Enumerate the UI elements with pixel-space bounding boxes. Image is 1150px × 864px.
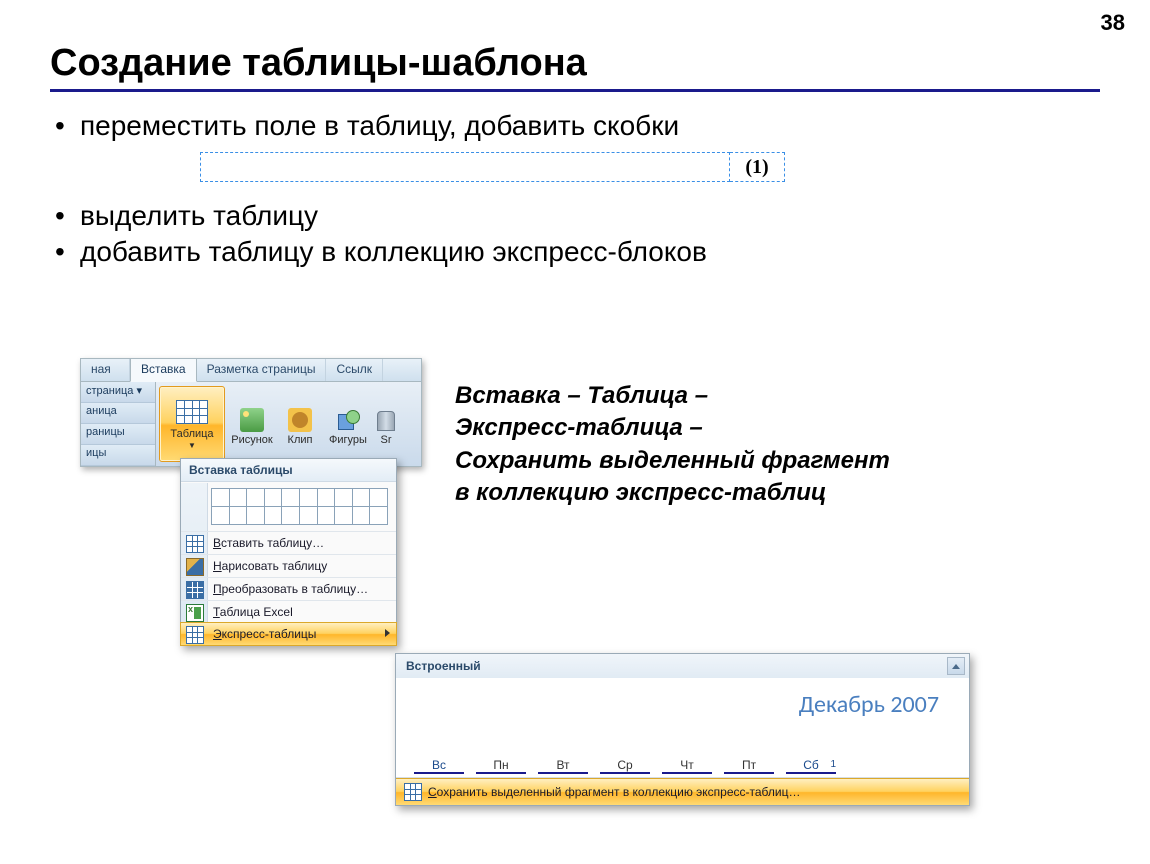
table-icon <box>176 400 208 424</box>
smartart-label: Sr <box>381 434 392 446</box>
slide-title: Создание таблицы-шаблона <box>50 42 1100 85</box>
clip-button[interactable]: Клип <box>280 408 320 446</box>
word-screenshot: ная Вставка Разметка страницы Ссылк стра… <box>80 358 422 467</box>
page-number: 38 <box>1101 10 1125 36</box>
smartart-button[interactable]: Sr <box>376 408 396 446</box>
bullet-2: выделить таблицу <box>50 200 1100 232</box>
clip-label: Клип <box>288 434 313 446</box>
bullet-3: добавить таблицу в коллекцию экспресс-бл… <box>50 236 1100 268</box>
convert-table-icon <box>186 581 204 599</box>
slide: 38 Создание таблицы-шаблона переместить … <box>0 0 1150 864</box>
cover-page-btn[interactable]: страница ▾ <box>81 382 155 403</box>
save-selection-item[interactable]: Сохранить выделенный фрагмент в коллекци… <box>396 778 969 805</box>
submenu-arrow-icon <box>385 629 390 637</box>
flyout-body[interactable]: Декабрь 2007 Вс Пн Вт Ср Чт Пт Сб 1 <box>396 678 969 778</box>
draw-table-icon <box>186 558 204 576</box>
calendar-days: Вс Пн Вт Ср Чт Пт Сб 1 <box>414 758 951 774</box>
day-sun: Вс <box>414 758 464 774</box>
clip-icon <box>288 408 312 432</box>
illustrations-group: Рисунок Клип Фигуры Sr <box>228 382 398 466</box>
day-tue: Вт <box>538 758 588 774</box>
smartart-icon <box>374 408 398 432</box>
pages-group-label: ицы <box>81 445 155 466</box>
tab-insert[interactable]: Вставка <box>130 358 197 382</box>
bullet-1: переместить поле в таблицу, добавить ско… <box>50 110 1100 142</box>
dropdown-title: Вставка таблицы <box>181 459 396 482</box>
field-cell-empty <box>201 153 730 182</box>
day-wed: Ср <box>600 758 650 774</box>
insert-table-item[interactable]: Вставить таблицу… <box>181 531 396 554</box>
day-sat: Сб 1 <box>786 758 836 774</box>
table-button[interactable]: Таблица ▼ <box>159 386 225 462</box>
express-tables-flyout: Встроенный Декабрь 2007 Вс Пн Вт Ср Чт П… <box>395 653 970 806</box>
page-break-btn[interactable]: раницы <box>81 424 155 445</box>
dropdown-caret-icon: ▼ <box>188 441 196 450</box>
table-grid-selector[interactable] <box>181 482 396 531</box>
ribbon-body: страница ▾ аница раницы ицы Таблица ▼ Ри… <box>81 382 421 466</box>
bullet-list: переместить поле в таблицу, добавить ско… <box>50 110 1100 142</box>
table-dropdown: Вставка таблицы Вставить таблицу… Нарисо… <box>180 458 397 646</box>
picture-button[interactable]: Рисунок <box>232 408 272 446</box>
shapes-button[interactable]: Фигуры <box>328 408 368 446</box>
day-thu: Чт <box>662 758 712 774</box>
field-table: (1) <box>200 152 785 182</box>
draw-table-item[interactable]: Нарисовать таблицу <box>181 554 396 577</box>
excel-table-item[interactable]: Таблица Excel <box>181 600 396 623</box>
shapes-icon <box>336 408 360 432</box>
save-selection-icon <box>404 783 422 801</box>
picture-label: Рисунок <box>231 434 273 446</box>
ribbon: ная Вставка Разметка страницы Ссылк стра… <box>80 358 422 467</box>
scroll-up-button[interactable] <box>947 657 965 675</box>
flyout-header: Встроенный <box>396 654 969 678</box>
excel-icon <box>186 604 204 622</box>
day-mon: Пн <box>476 758 526 774</box>
day-fri: Пт <box>724 758 774 774</box>
convert-to-table-item[interactable]: Преобразовать в таблицу… <box>181 577 396 600</box>
calendar-title: Декабрь 2007 <box>406 684 959 735</box>
express-tables-item[interactable]: Экспресс-таблицы <box>180 622 397 646</box>
shapes-label: Фигуры <box>329 434 367 446</box>
express-tables-icon <box>186 626 204 644</box>
picture-icon <box>240 408 264 432</box>
tab-home-cut[interactable]: ная <box>81 359 130 381</box>
instruction-text: Вставка – Таблица – Экспресс-таблица – С… <box>455 380 1090 510</box>
field-example: (1) <box>200 152 1100 182</box>
blank-page-btn[interactable]: аница <box>81 403 155 424</box>
pages-group: страница ▾ аница раницы ицы <box>81 382 156 466</box>
field-cell-value: (1) <box>730 153 785 182</box>
insert-table-icon <box>186 535 204 553</box>
title-underline <box>50 89 1100 92</box>
table-button-label: Таблица <box>170 428 213 440</box>
ribbon-tabs: ная Вставка Разметка страницы Ссылк <box>81 359 421 382</box>
flyout-header-label: Встроенный <box>406 659 481 673</box>
tab-page-layout[interactable]: Разметка страницы <box>197 359 327 381</box>
tab-references[interactable]: Ссылк <box>326 359 383 381</box>
bullet-list-2: выделить таблицу добавить таблицу в колл… <box>50 200 1100 268</box>
